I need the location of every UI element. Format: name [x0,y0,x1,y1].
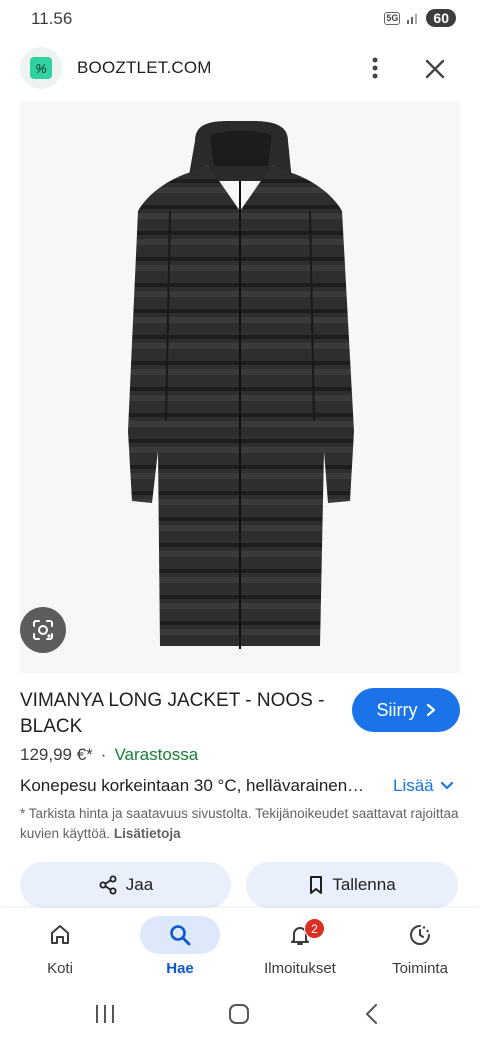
nav-label-notifications: Ilmoitukset [264,960,336,977]
nav-label-home: Koti [47,960,73,977]
save-button[interactable]: Tallenna [246,862,458,908]
nav-label-activity: Toiminta [392,960,448,977]
more-vert-icon [372,57,378,79]
signal-icon [407,14,418,24]
nav-item-search[interactable]: Hae [125,916,235,977]
home-button-icon[interactable] [228,1003,250,1025]
visit-site-label: Siirry [376,699,418,720]
logo-mark: % [30,57,52,79]
learn-more-link[interactable]: Lisätietoja [114,826,181,841]
search-icon [140,916,220,954]
stock-status: Varastossa [114,745,199,764]
lens-icon [33,620,53,640]
status-time: 11.56 [31,9,73,28]
notification-badge: 2 [304,918,325,939]
show-more-label: Lisää [393,776,434,795]
recents-icon[interactable] [93,1003,117,1025]
site-title: BOOZTLET.COM [77,58,212,77]
nav-item-activity[interactable]: Toiminta [365,916,475,977]
nav-item-home[interactable]: Koti [5,916,115,977]
bookmark-icon [310,876,323,894]
price: 129,99 €* [20,745,93,764]
disclaimer: * Tarkista hinta ja saatavuus sivustolta… [20,804,462,844]
home-icon [20,916,100,954]
nav-item-notifications[interactable]: 2 Ilmoitukset [245,916,355,977]
show-more-button[interactable]: Lisää [393,776,454,796]
nav-label-search: Hae [166,960,194,977]
product-description: Konepesu korkeintaan 30 °C, hellävaraine… [20,776,365,795]
close-icon [425,59,445,79]
share-button[interactable]: Jaa [20,862,231,908]
jacket-image [128,120,354,649]
product-image[interactable] [20,101,460,673]
google-lens-button[interactable] [20,607,66,653]
save-label: Tallenna [332,875,396,894]
network-5g-icon: 5G [384,11,401,25]
price-row: 129,99 €* · Varastossa [20,745,198,765]
activity-icon [380,916,460,954]
bottom-navigation: Koti Hae 2 Ilmoitukset Toiminta [0,908,480,998]
site-logo: % [20,47,62,89]
chevron-right-icon [426,703,435,717]
close-button[interactable] [418,52,452,86]
status-icons: 5G 60 [384,9,456,27]
more-options-button[interactable] [360,50,390,86]
product-title: VIMANYA LONG JACKET - NOOS - BLACK [20,690,325,737]
battery-icon: 60 [426,9,456,27]
visit-site-button[interactable]: Siirry [352,688,460,732]
separator: · [100,745,107,764]
share-label: Jaa [125,875,154,894]
chevron-down-icon [440,781,453,790]
system-navigation [0,998,480,1040]
back-icon[interactable] [364,1003,380,1025]
disclaimer-text: * Tarkista hinta ja saatavuus sivustolta… [20,806,459,841]
bell-icon: 2 [260,916,340,954]
share-icon [99,875,117,895]
